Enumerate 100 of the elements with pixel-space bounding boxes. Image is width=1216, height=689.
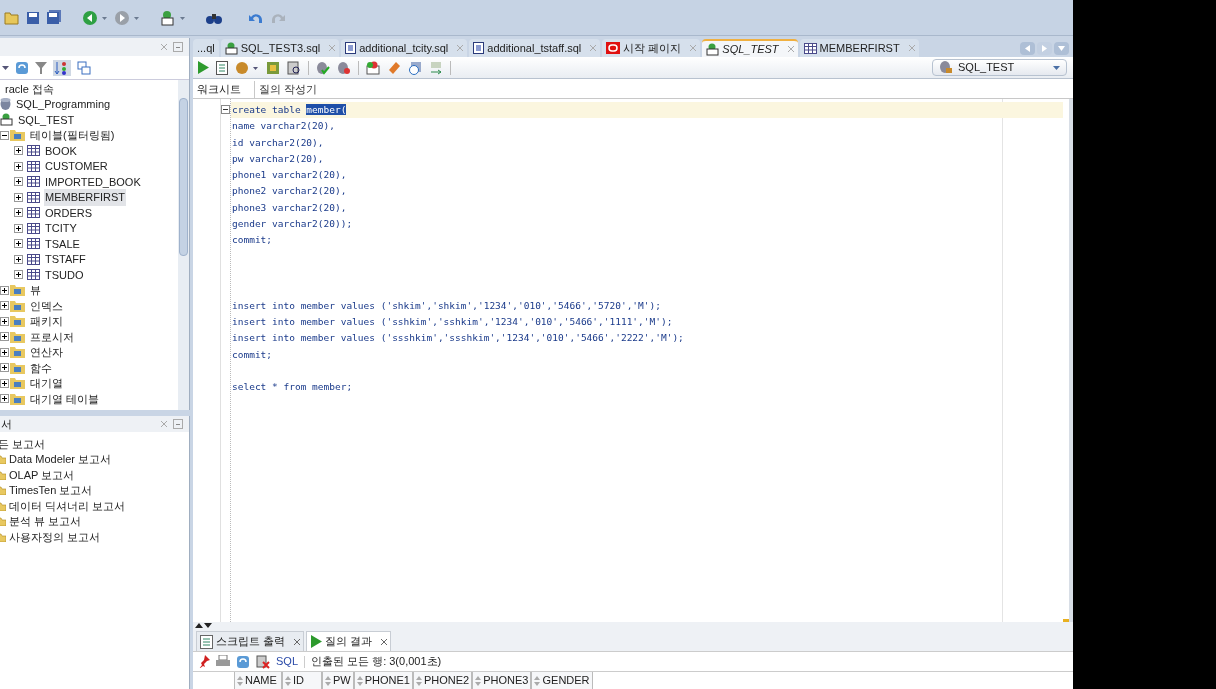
editor-tab[interactable]: SQL_TEST3.sql xyxy=(220,39,340,57)
filter-icon[interactable] xyxy=(35,60,47,75)
expand-toggle[interactable] xyxy=(14,161,23,171)
refresh-icon[interactable] xyxy=(236,654,250,669)
save-icon[interactable] xyxy=(26,10,40,25)
tree-item[interactable]: TSUDO xyxy=(44,266,85,283)
editor-tab[interactable]: 시작 페이지 xyxy=(602,39,701,57)
tree-item[interactable]: MEMBERFIRST xyxy=(44,189,127,206)
tree-item[interactable]: ORDERS xyxy=(44,204,94,221)
report-item[interactable]: 데이터 딕셔너리 보고서 xyxy=(9,497,126,514)
tree-item[interactable]: 대기열 xyxy=(29,375,64,392)
tree-item[interactable]: TSTAFF xyxy=(44,251,87,268)
expand-toggle[interactable] xyxy=(14,177,23,187)
tree-item[interactable]: racle 접속 xyxy=(4,80,55,97)
editor-tab[interactable]: MEMBERFIRST xyxy=(799,39,919,57)
expand-toggle[interactable] xyxy=(14,239,23,249)
history-icon[interactable] xyxy=(408,60,422,75)
collapse-toggle[interactable] xyxy=(0,130,9,140)
pin-icon[interactable] xyxy=(197,655,210,668)
column-header[interactable]: PHONE2 xyxy=(413,672,473,689)
column-header[interactable]: GENDER xyxy=(531,672,593,689)
tab-list-button[interactable] xyxy=(1054,42,1069,55)
tree-item[interactable]: 대기열 테이블 xyxy=(29,390,101,407)
output-tab[interactable]: 스크립트 출력 xyxy=(196,631,305,651)
run-script-icon[interactable] xyxy=(216,60,228,75)
tree-item[interactable]: 인덱스 xyxy=(29,297,64,314)
column-header[interactable]: PHONE3 xyxy=(472,672,532,689)
expand-toggle[interactable] xyxy=(0,363,9,373)
column-header[interactable]: PW xyxy=(322,672,354,689)
database-icon[interactable] xyxy=(235,60,259,75)
tree-item[interactable]: CUSTOMER xyxy=(44,158,109,175)
tree-item[interactable]: SQL_Programming xyxy=(15,96,112,113)
editor-tab[interactable]: SQL_TEST xyxy=(702,39,798,57)
splitter-arrows-icon[interactable] xyxy=(195,623,212,628)
tree-item[interactable]: 프로시저 xyxy=(29,328,75,345)
forward-icon[interactable] xyxy=(114,9,140,26)
report-item[interactable]: TimesTen 보고서 xyxy=(9,482,93,499)
scroll-left-button[interactable] xyxy=(1020,42,1035,55)
sql-add-icon[interactable] xyxy=(366,60,380,75)
column-header[interactable]: NAME xyxy=(234,672,282,689)
expand-toggle[interactable] xyxy=(14,208,23,218)
tree-item[interactable]: 테이블(필터링됨) xyxy=(29,127,116,144)
tree-item[interactable]: TSALE xyxy=(44,235,81,252)
expand-toggle[interactable] xyxy=(14,146,23,156)
tree-item[interactable]: 뷰 xyxy=(29,282,42,299)
commit-icon[interactable] xyxy=(266,60,280,75)
minimize-icon[interactable] xyxy=(173,42,183,52)
tree-item[interactable]: SQL_TEST xyxy=(17,111,76,128)
fold-icon[interactable] xyxy=(221,105,230,114)
folder-icon xyxy=(10,299,25,312)
scrollbar[interactable] xyxy=(178,80,189,410)
report-item[interactable]: 사용자정의 보고서 xyxy=(9,528,101,545)
editor-tab[interactable]: additional_tcity.sql xyxy=(341,39,468,57)
expand-toggle[interactable] xyxy=(14,254,23,264)
expand-toggle[interactable] xyxy=(0,301,9,311)
rollback-db-icon[interactable] xyxy=(337,60,351,75)
expand-toggle[interactable] xyxy=(0,347,9,357)
sql-link[interactable]: SQL xyxy=(276,653,298,670)
sort-icon[interactable] xyxy=(53,59,71,76)
expand-toggle[interactable] xyxy=(0,285,9,295)
sql-worksheet-icon[interactable] xyxy=(160,9,186,26)
expand-toggle[interactable] xyxy=(0,394,9,404)
column-header[interactable]: PHONE1 xyxy=(353,672,413,689)
refresh-icon[interactable] xyxy=(15,60,29,75)
print-icon[interactable] xyxy=(216,655,230,668)
text-case-icon[interactable] xyxy=(429,60,443,75)
output-tab[interactable]: 질의 결과 xyxy=(306,631,392,651)
editor-tab[interactable]: additional_tstaff.sql xyxy=(469,39,601,57)
expand-toggle[interactable] xyxy=(0,316,9,326)
run-icon[interactable] xyxy=(197,61,209,74)
tree-item[interactable]: IMPORTED_BOOK xyxy=(44,173,142,190)
tree-item[interactable]: TCITY xyxy=(44,220,78,237)
report-item[interactable]: Data Modeler 보고서 xyxy=(9,451,112,468)
editor-tab[interactable]: ...ql xyxy=(193,39,219,57)
report-item[interactable]: OLAP 보고서 xyxy=(9,466,75,483)
dropdown-arrow-icon[interactable] xyxy=(2,65,9,70)
report-item[interactable]: 분석 뷰 보고서 xyxy=(9,513,82,530)
clear-icon[interactable] xyxy=(256,654,270,669)
close-icon[interactable] xyxy=(381,638,388,645)
column-header[interactable]: ID xyxy=(282,672,322,689)
eraser-icon[interactable] xyxy=(387,60,401,75)
back-icon[interactable] xyxy=(82,9,108,26)
minimize-icon[interactable] xyxy=(173,419,183,429)
expand-toggle[interactable] xyxy=(14,270,23,280)
collapse-all-icon[interactable] xyxy=(77,60,91,75)
expand-toggle[interactable] xyxy=(14,192,23,202)
tree-item[interactable]: 함수 xyxy=(29,359,53,376)
connection-dropdown[interactable]: SQL_TEST xyxy=(932,59,1067,76)
expand-toggle[interactable] xyxy=(0,332,9,342)
expand-toggle[interactable] xyxy=(0,378,9,388)
open-folder-icon[interactable] xyxy=(4,10,20,25)
tree-item[interactable]: 패키지 xyxy=(29,313,64,330)
worksheet-tab[interactable]: 질의 작성기 xyxy=(255,81,322,98)
expand-toggle[interactable] xyxy=(14,223,23,233)
commit-db-icon[interactable] xyxy=(316,60,330,75)
close-icon[interactable] xyxy=(294,638,301,645)
save-all-icon[interactable] xyxy=(46,10,62,25)
tree-item[interactable]: 연산자 xyxy=(29,344,64,361)
explain-icon[interactable] xyxy=(287,60,301,75)
tree-item[interactable]: BOOK xyxy=(44,142,78,159)
